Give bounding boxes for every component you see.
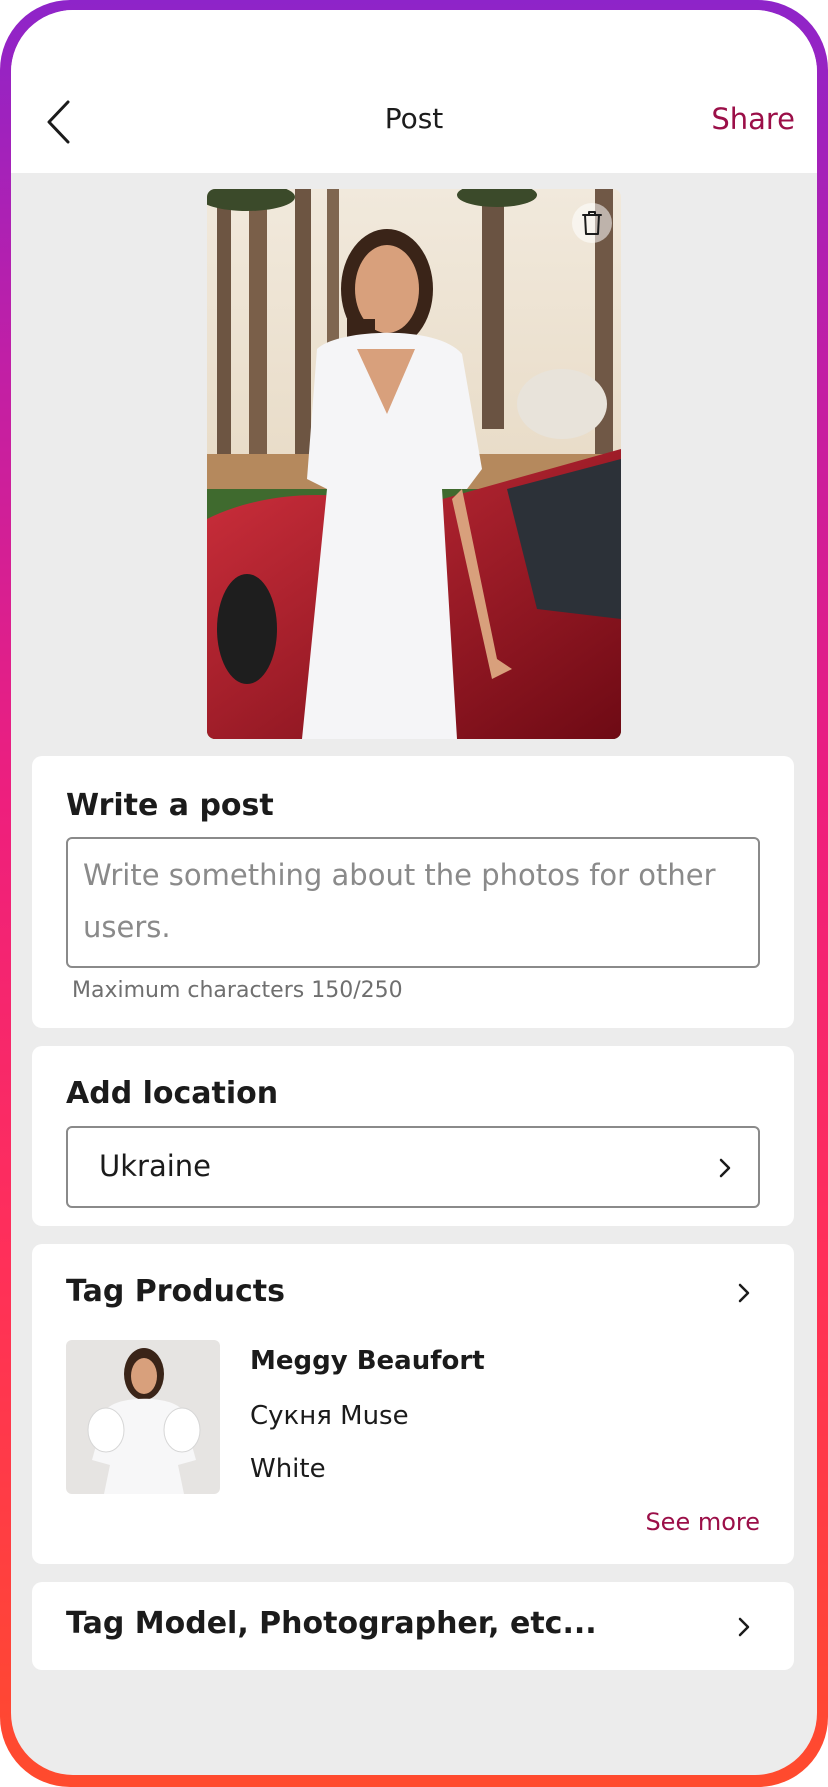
tag-people-title: Tag Model, Photographer, etc... bbox=[66, 1606, 597, 1641]
trash-icon bbox=[582, 211, 602, 235]
tag-products-chevron-icon[interactable] bbox=[729, 1278, 759, 1308]
chevron-right-icon bbox=[710, 1153, 740, 1183]
product-brand: Meggy Beaufort bbox=[250, 1346, 485, 1376]
character-limit-hint: Maximum characters 150/250 bbox=[72, 978, 403, 1003]
location-select[interactable]: Ukraine bbox=[66, 1126, 760, 1208]
write-post-title: Write a post bbox=[66, 788, 274, 823]
tag-people-card[interactable]: Tag Model, Photographer, etc... bbox=[32, 1582, 794, 1670]
top-nav-bar: Post Share bbox=[11, 10, 817, 173]
location-value: Ukraine bbox=[99, 1149, 211, 1183]
tag-people-chevron-icon bbox=[729, 1612, 759, 1642]
location-title: Add location bbox=[66, 1076, 279, 1111]
screen: Post Share Write a post Write something … bbox=[11, 10, 817, 1775]
post-text-input[interactable] bbox=[66, 837, 760, 968]
delete-photo-button[interactable] bbox=[572, 203, 612, 243]
product-thumbnail[interactable] bbox=[66, 1340, 220, 1494]
tag-products-title: Tag Products bbox=[66, 1274, 285, 1309]
share-button[interactable]: Share bbox=[711, 102, 795, 136]
page-title: Post bbox=[384, 102, 444, 135]
write-post-card: Write a post Maximum characters 150/250 bbox=[32, 756, 794, 1028]
see-more-link[interactable]: See more bbox=[645, 1508, 760, 1536]
tag-products-card: Tag Products Meggy Beaufort Сукня Muse W… bbox=[32, 1244, 794, 1564]
location-card: Add location Ukraine bbox=[32, 1046, 794, 1226]
product-color: White bbox=[250, 1454, 326, 1484]
product-name: Сукня Muse bbox=[250, 1401, 409, 1431]
photo-image bbox=[207, 189, 621, 739]
device-frame: Post Share Write a post Write something … bbox=[0, 0, 828, 1787]
post-photo bbox=[207, 189, 621, 739]
